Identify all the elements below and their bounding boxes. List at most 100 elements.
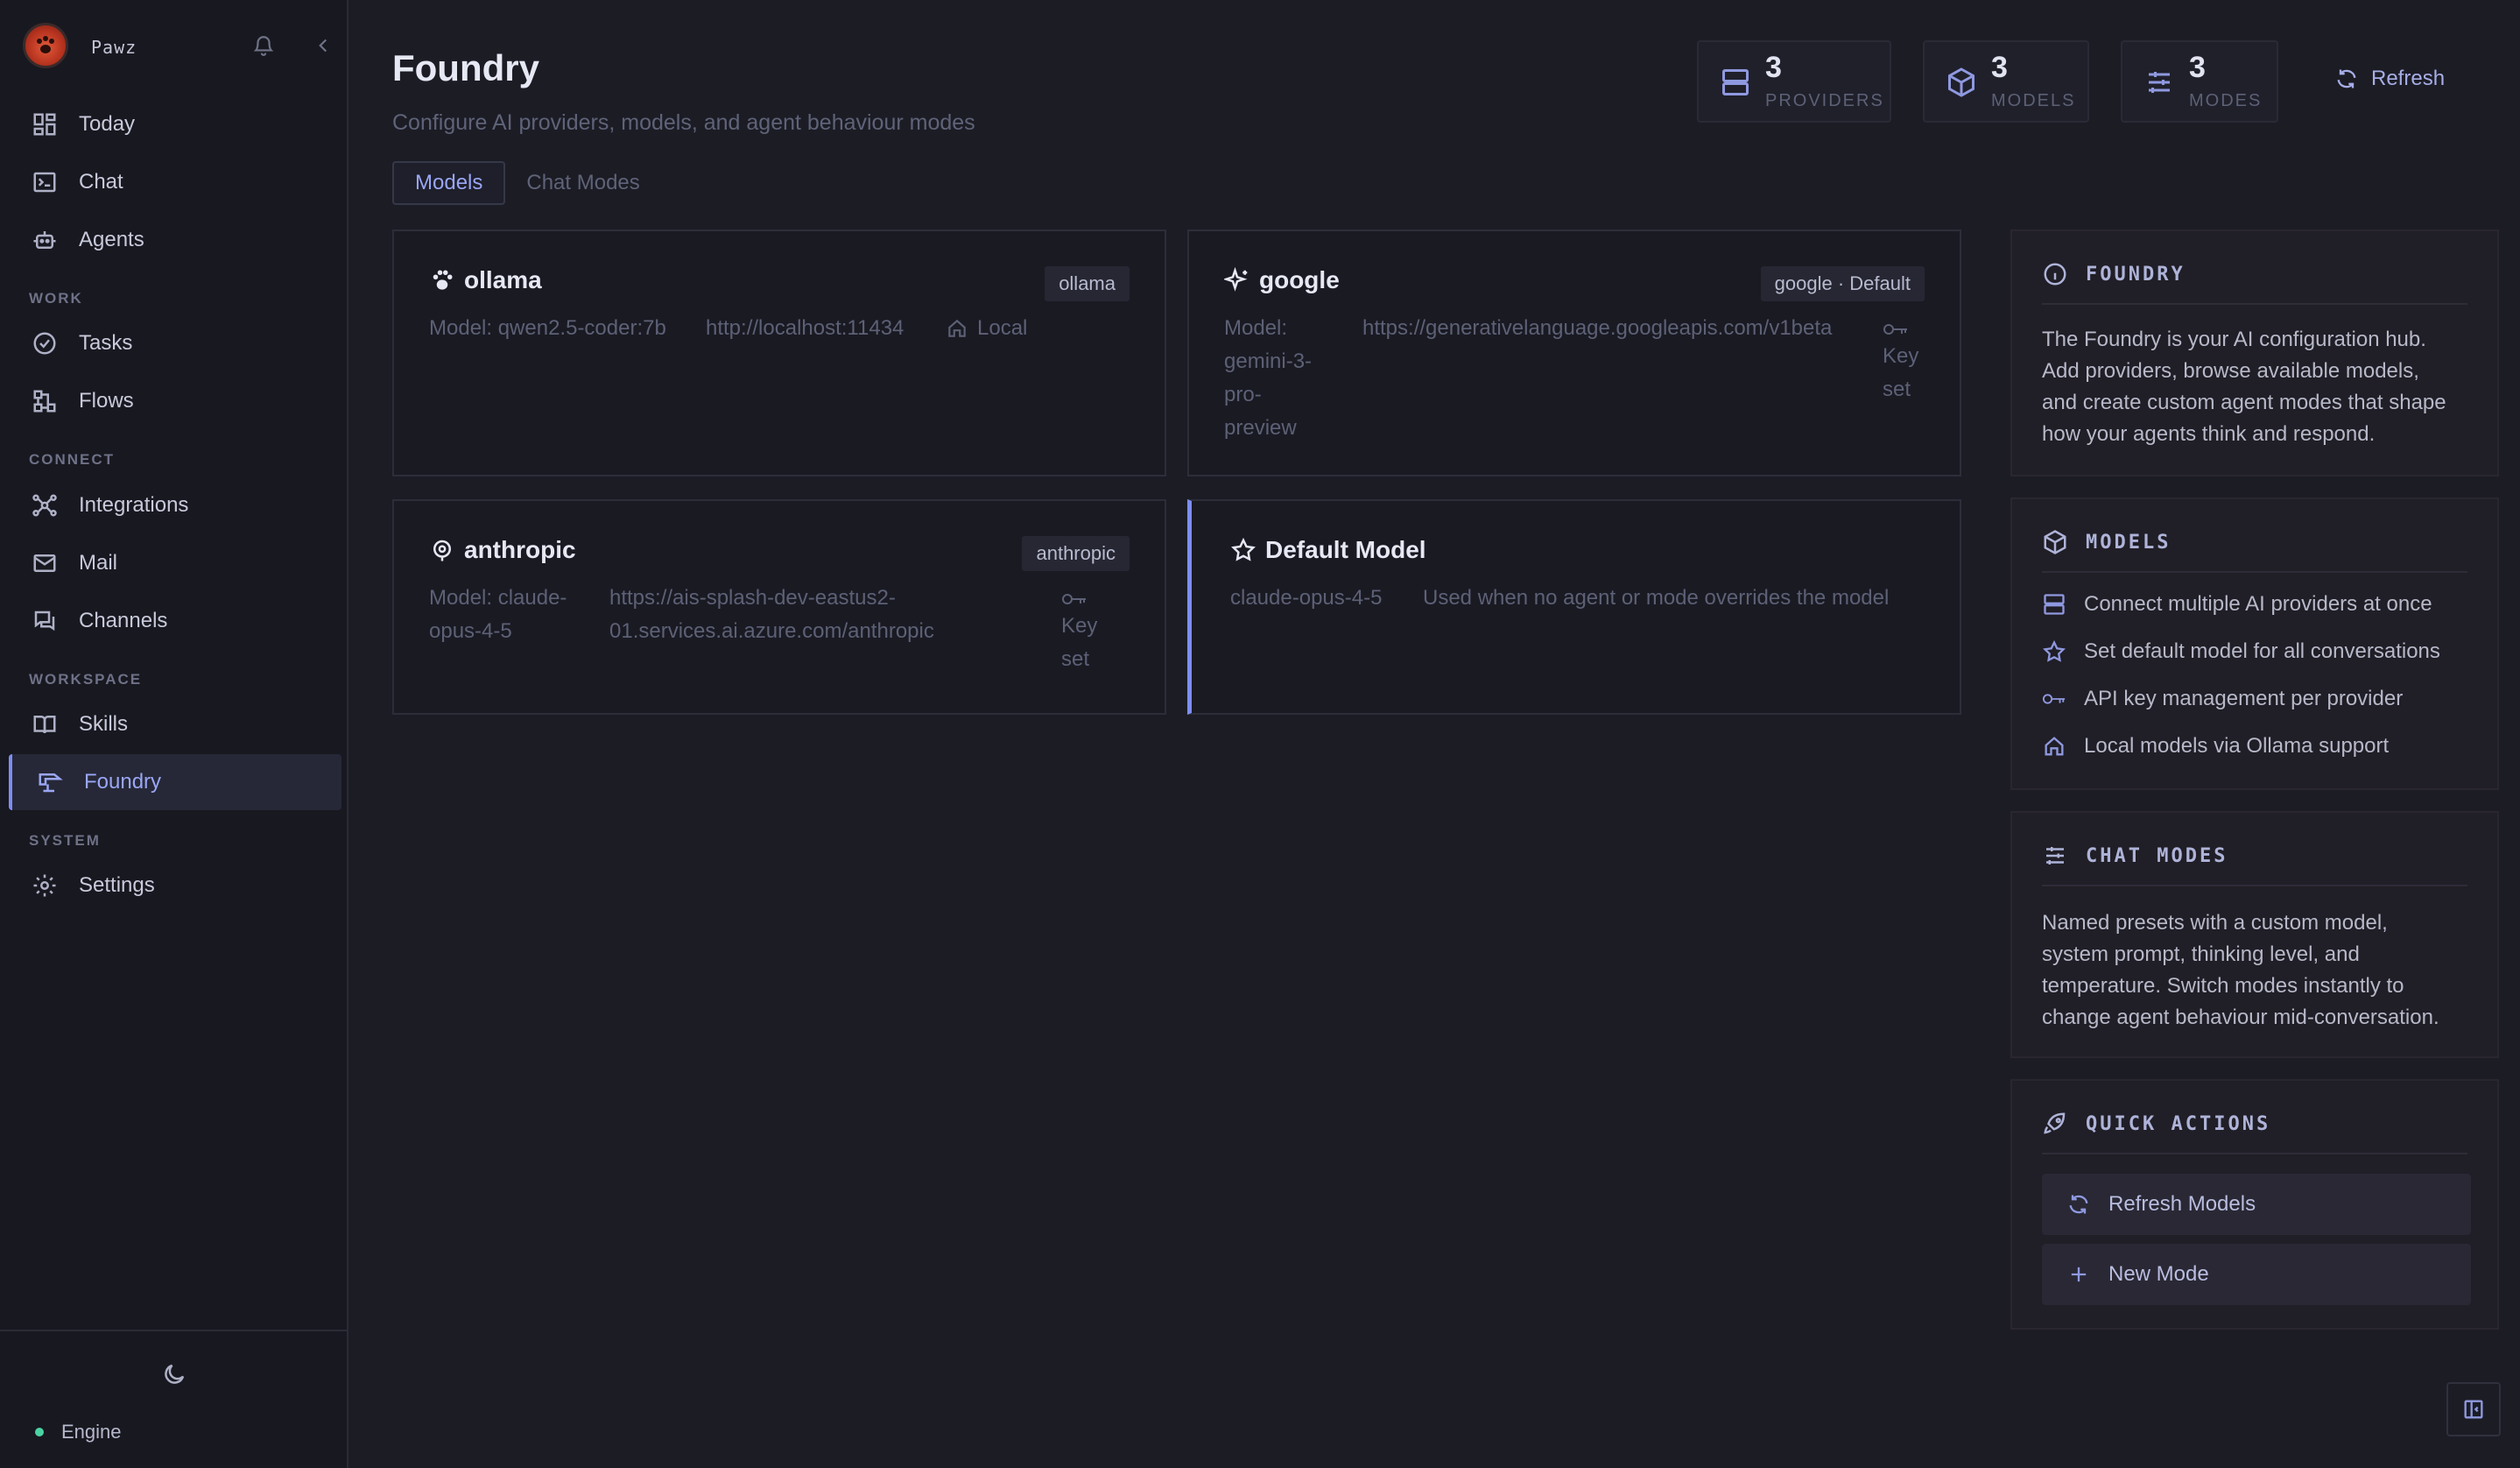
sidebar-item-label: Mail	[79, 551, 118, 575]
sidebar-item-today[interactable]: Today	[9, 96, 341, 152]
paw-icon	[433, 270, 453, 290]
provider-url: http://localhost:11434	[706, 316, 905, 340]
toggle-panel-button[interactable]	[2446, 1382, 2501, 1436]
provider-status: Key set	[1061, 582, 1097, 676]
stat-value: 3	[2189, 51, 2206, 84]
refresh-button[interactable]: Refresh	[2334, 67, 2445, 91]
tab-models[interactable]: Models	[392, 161, 506, 205]
stat-label: MODELS	[1991, 91, 2076, 110]
new-mode-button[interactable]: New Mode	[2042, 1244, 2471, 1305]
cube-icon	[2044, 530, 2066, 554]
refresh-models-button[interactable]: Refresh Models	[2042, 1174, 2471, 1235]
flow-icon	[33, 390, 56, 413]
cube-icon	[1948, 67, 1974, 97]
provider-status: Key set	[1883, 312, 1918, 406]
sidebar-item-label: Today	[79, 112, 136, 136]
panel-heading: MODELS	[2042, 526, 2467, 573]
models-info-panel: MODELS Connect multiple AI providers at …	[2010, 498, 2499, 790]
quick-actions-panel: QUICK ACTIONS Refresh Models New Mode	[2010, 1079, 2499, 1330]
provider-model: Model: gemini-3- pro- preview	[1224, 316, 1313, 440]
check-circle-icon	[33, 332, 56, 355]
panel-heading: QUICK ACTIONS	[2042, 1107, 2467, 1154]
stat-value: 3	[1765, 51, 1782, 84]
sidebar-item-integrations[interactable]: Integrations	[9, 477, 341, 533]
home-icon	[948, 319, 966, 337]
sidebar-item-tasks[interactable]: Tasks	[9, 315, 341, 371]
feature-item: Connect multiple AI providers at once	[2042, 592, 2432, 617]
feature-item: Local models via Ollama support	[2042, 734, 2389, 759]
provider-name: ollama	[429, 266, 542, 294]
default-model-card[interactable]: Default Model claude-opus-4-5 Used when …	[1187, 499, 1961, 715]
sidebar-item-chat[interactable]: Chat	[9, 154, 341, 210]
robot-icon	[33, 231, 56, 249]
provider-name: google	[1224, 266, 1340, 294]
key-icon	[2042, 694, 2066, 704]
star-icon	[1231, 537, 1256, 561]
default-model-name: claude-opus-4-5	[1230, 586, 1383, 610]
provider-model: Model: claude- opus-4-5	[429, 586, 567, 643]
refresh-label: Refresh	[2371, 67, 2446, 90]
anvil-icon	[39, 773, 63, 793]
stat-label: MODES	[2189, 91, 2263, 110]
nav-section-system: SYSTEM	[29, 832, 101, 849]
app-window: Pawz Today Chat Agents WORK Tasks Flows …	[0, 0, 2520, 1468]
engine-label: Engine	[61, 1421, 122, 1443]
sidebar-item-label: Settings	[79, 873, 155, 897]
sparkles-icon	[1224, 267, 1248, 292]
sliders-icon	[2149, 72, 2170, 93]
sidebar-item-label: Chat	[79, 170, 123, 194]
sidebar-item-label: Agents	[79, 228, 144, 251]
stat-modes: 3 MODES	[2121, 40, 2278, 123]
engine-status: Engine	[35, 1421, 122, 1443]
sidebar-item-label: Channels	[79, 609, 168, 632]
default-model-description: Used when no agent or mode overrides the…	[1423, 586, 1890, 610]
collapse-sidebar-icon[interactable]	[312, 34, 334, 61]
nav-section-connect: CONNECT	[29, 451, 116, 468]
tab-chat-modes[interactable]: Chat Modes	[505, 161, 660, 205]
feature-item: API key management per provider	[2042, 687, 2403, 711]
rocket-icon	[2044, 1112, 2066, 1134]
page-subtitle: Configure AI providers, models, and agen…	[392, 110, 975, 135]
book-open-icon	[33, 716, 56, 734]
sidebar-divider	[0, 1330, 347, 1331]
sidebar-item-settings[interactable]: Settings	[9, 858, 341, 914]
info-icon	[2044, 263, 2066, 286]
sidebar-item-foundry[interactable]: Foundry	[9, 754, 341, 810]
sidebar-item-channels[interactable]: Channels	[9, 593, 341, 649]
chat-bubbles-icon	[34, 610, 55, 632]
panel-heading: CHAT MODES	[2042, 839, 2467, 886]
sidebar-item-label: Flows	[79, 389, 134, 413]
terminal-icon	[33, 172, 56, 193]
bell-icon[interactable]	[252, 34, 275, 61]
key-icon	[1062, 594, 1086, 604]
provider-name: anthropic	[429, 536, 576, 564]
provider-badge: ollama	[1045, 266, 1130, 301]
server-icon	[2044, 594, 2065, 615]
provider-card-ollama[interactable]: ollama ollama Model: qwen2.5-coder:7b ht…	[392, 229, 1166, 476]
engine-status-dot	[35, 1428, 44, 1436]
brain-icon	[433, 540, 451, 561]
brand-name: Pawz	[91, 37, 137, 58]
nav-section-workspace: WORKSPACE	[29, 671, 143, 688]
provider-badge: google · Default	[1760, 266, 1925, 301]
sidebar-item-label: Foundry	[84, 770, 162, 794]
sidebar-item-skills[interactable]: Skills	[9, 696, 341, 752]
pawz-logo[interactable]	[23, 23, 68, 68]
sidebar-item-flows[interactable]: Flows	[9, 373, 341, 429]
mail-icon	[33, 554, 56, 572]
sidebar-panel-icon	[2464, 1400, 2483, 1419]
provider-card-anthropic[interactable]: anthropic anthropic Model: claude- opus-…	[392, 499, 1166, 715]
server-icon	[1722, 69, 1749, 95]
sidebar: Pawz Today Chat Agents WORK Tasks Flows …	[0, 0, 348, 1468]
sidebar-item-agents[interactable]: Agents	[9, 212, 341, 268]
provider-card-google[interactable]: google google · Default Model: gemini-3-…	[1187, 229, 1961, 476]
moon-icon[interactable]	[161, 1361, 187, 1392]
panel-heading: FOUNDRY	[2042, 258, 2467, 305]
brand: Pawz	[23, 23, 329, 70]
provider-status: Local	[946, 312, 1027, 345]
network-icon	[32, 494, 57, 517]
paw-icon	[37, 36, 54, 53]
sidebar-item-mail[interactable]: Mail	[9, 535, 341, 591]
sliders-icon	[2046, 847, 2064, 865]
gear-icon	[33, 874, 56, 897]
